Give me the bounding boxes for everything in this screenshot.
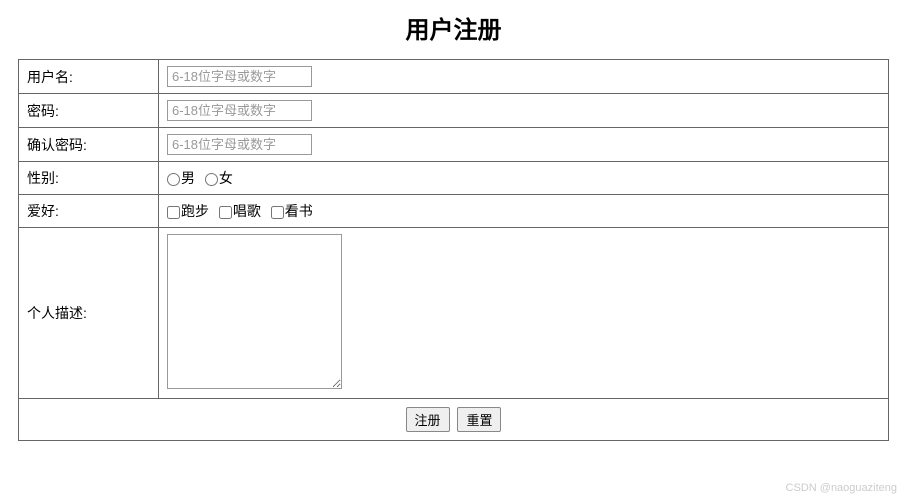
confirm-input[interactable] — [167, 134, 312, 155]
description-textarea[interactable] — [167, 234, 342, 389]
gender-option-female[interactable]: 女 — [205, 170, 233, 186]
submit-button[interactable]: 注册 — [406, 407, 450, 432]
username-label: 用户名: — [19, 60, 159, 94]
username-input[interactable] — [167, 66, 312, 87]
row-gender: 性别: 男 女 — [19, 162, 889, 195]
registration-form: 用户名: 密码: 确认密码: 性别: 男 女 爱好: 跑步 唱歌 看书 个人描述… — [18, 59, 889, 441]
hobby-checkbox-reading[interactable] — [271, 206, 284, 219]
gender-radio-male[interactable] — [167, 173, 180, 186]
gender-female-text: 女 — [219, 170, 233, 186]
hobby-option-running[interactable]: 跑步 — [167, 203, 209, 219]
row-password: 密码: — [19, 94, 889, 128]
gender-radio-female[interactable] — [205, 173, 218, 186]
description-label: 个人描述: — [19, 228, 159, 399]
row-description: 个人描述: — [19, 228, 889, 399]
row-hobby: 爱好: 跑步 唱歌 看书 — [19, 195, 889, 228]
hobby-option-singing[interactable]: 唱歌 — [219, 203, 261, 219]
row-username: 用户名: — [19, 60, 889, 94]
password-label: 密码: — [19, 94, 159, 128]
password-input[interactable] — [167, 100, 312, 121]
reset-button[interactable]: 重置 — [457, 407, 501, 432]
gender-male-text: 男 — [181, 170, 195, 186]
hobby-checkbox-running[interactable] — [167, 206, 180, 219]
gender-option-male[interactable]: 男 — [167, 170, 195, 186]
row-buttons: 注册 重置 — [19, 399, 889, 441]
page-title: 用户注册 — [18, 10, 889, 45]
hobby-label: 爱好: — [19, 195, 159, 228]
watermark: CSDN @naoguaziteng — [786, 482, 897, 494]
hobby-checkbox-singing[interactable] — [219, 206, 232, 219]
confirm-label: 确认密码: — [19, 128, 159, 162]
gender-label: 性别: — [19, 162, 159, 195]
hobby-option-reading[interactable]: 看书 — [271, 203, 313, 219]
row-confirm: 确认密码: — [19, 128, 889, 162]
hobby-singing-text: 唱歌 — [233, 203, 261, 219]
hobby-running-text: 跑步 — [181, 203, 209, 219]
hobby-reading-text: 看书 — [285, 203, 313, 219]
